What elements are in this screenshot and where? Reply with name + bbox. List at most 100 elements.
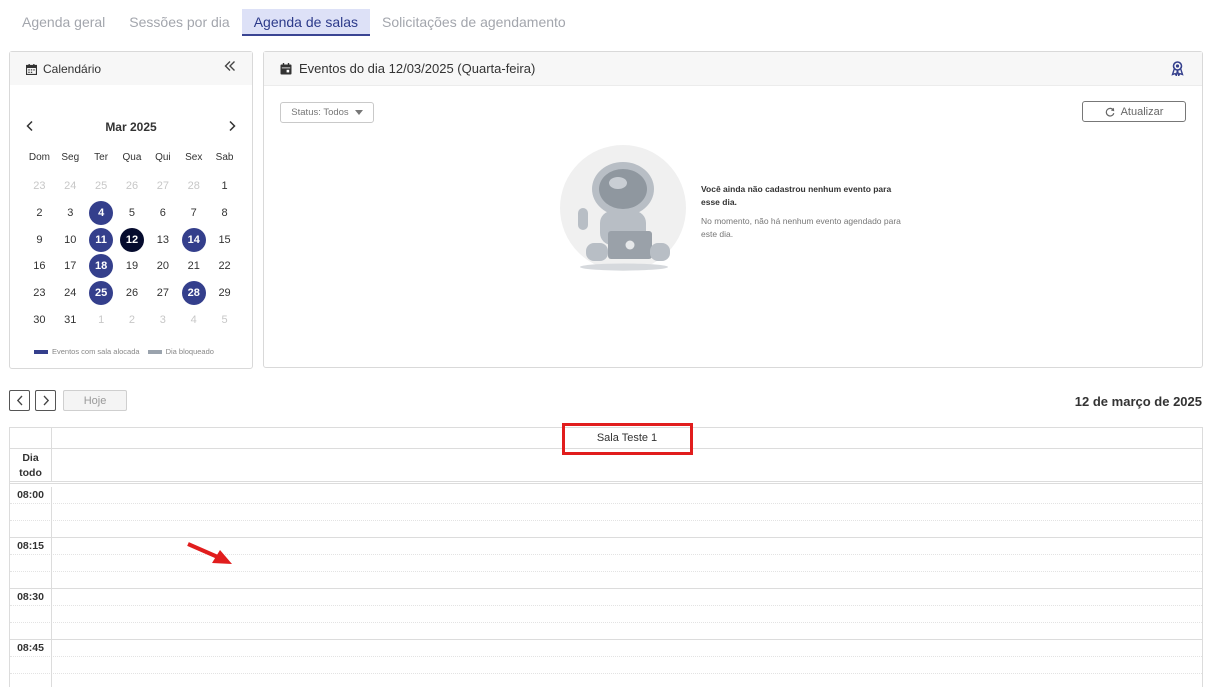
calendar-day[interactable]: 2 (117, 306, 148, 333)
calendar-day[interactable]: 30 (24, 306, 55, 333)
calendar-day[interactable]: 21 (178, 253, 209, 280)
red-arrow-annotation (186, 541, 234, 572)
calendar-day[interactable]: 20 (147, 253, 178, 280)
calendar-day[interactable]: 6 (147, 200, 178, 227)
time-slot[interactable] (10, 504, 1202, 521)
calendar-day[interactable]: 27 (147, 173, 178, 200)
next-month-button[interactable] (224, 118, 240, 136)
calendar-day-number: 26 (125, 180, 139, 193)
arrow-icon (187, 542, 232, 564)
calendar-day[interactable]: 22 (209, 253, 240, 280)
calendar-day[interactable]: 28 (178, 173, 209, 200)
calendar-day[interactable]: 23 (24, 280, 55, 307)
calendar-day-number: 24 (64, 180, 77, 193)
events-title-text: Eventos do dia 12/03/2025 (Quarta-feira) (299, 61, 536, 76)
calendar-day[interactable]: 29 (209, 280, 240, 307)
collapse-button[interactable] (224, 59, 236, 76)
calendar-legend: Eventos com sala alocada Dia bloqueado (34, 347, 214, 356)
calendar-day[interactable]: 12 (117, 226, 148, 253)
time-label: 08:30 (17, 591, 44, 603)
status-filter-dropdown[interactable]: Status: Todos (280, 102, 374, 123)
next-day-button[interactable] (35, 390, 56, 411)
calendar-day[interactable]: 15 (209, 226, 240, 253)
calendar-day[interactable]: 26 (117, 280, 148, 307)
calendar-day[interactable]: 27 (147, 280, 178, 307)
calendar-day-number: 5 (128, 207, 136, 220)
calendar-day[interactable]: 5 (209, 306, 240, 333)
calendar-day[interactable]: 25 (86, 280, 117, 307)
calendar-day-number: 10 (64, 233, 77, 246)
prev-day-button[interactable] (9, 390, 30, 411)
calendar-day[interactable]: 3 (55, 200, 86, 227)
calendar-day[interactable]: 3 (147, 306, 178, 333)
calendar-day[interactable]: 16 (24, 253, 55, 280)
calendar-title: Calendário (26, 62, 101, 76)
calendar-day[interactable]: 4 (178, 306, 209, 333)
calendar-day[interactable]: 31 (55, 306, 86, 333)
calendar-day[interactable]: 8 (209, 200, 240, 227)
calendar-day-number: 3 (159, 313, 166, 326)
tab-agenda-de-salas[interactable]: Agenda de salas (241, 9, 371, 36)
calendar-day[interactable]: 1 (86, 306, 117, 333)
time-slot[interactable] (10, 606, 1202, 623)
calendar-day[interactable]: 5 (117, 200, 148, 227)
calendar-day[interactable]: 17 (55, 253, 86, 280)
tab-sessoes-por-dia[interactable]: Sessões por dia (117, 9, 241, 36)
time-gutter-divider (51, 487, 52, 687)
calendar-day[interactable]: 1 (209, 173, 240, 200)
calendar-day[interactable]: 9 (24, 226, 55, 253)
calendar-day[interactable]: 13 (147, 226, 178, 253)
astronaut-icon (578, 162, 670, 271)
calendar-day-number: 17 (64, 260, 77, 273)
events-title: Eventos do dia 12/03/2025 (Quarta-feira) (280, 61, 535, 76)
time-slot[interactable] (10, 487, 1202, 504)
calendar-icon (26, 63, 37, 75)
calendar-day-number: 7 (190, 207, 197, 220)
refresh-button[interactable]: Atualizar (1082, 101, 1186, 122)
calendar-day[interactable]: 11 (86, 226, 117, 253)
time-slot[interactable] (10, 623, 1202, 640)
calendar-day-number: 28 (187, 180, 200, 193)
calendar-day-number: 16 (33, 260, 46, 273)
calendar-day-number: 14 (181, 227, 206, 252)
calendar-day-number: 2 (128, 313, 136, 326)
view-tabs: Agenda geral Sessões por dia Agenda de s… (10, 9, 578, 36)
calendar-day[interactable]: 10 (55, 226, 86, 253)
calendar-day-number: 5 (221, 313, 228, 326)
month-label: Mar 2025 (105, 120, 157, 134)
calendar-day[interactable]: 4 (86, 200, 117, 227)
calendar-day[interactable]: 18 (86, 253, 117, 280)
time-slot[interactable] (10, 674, 1202, 687)
calendar-day-number: 13 (156, 233, 169, 246)
calendar-day-number: 2 (36, 207, 43, 220)
calendar-day[interactable]: 25 (86, 173, 117, 200)
calendar-day[interactable]: 2 (24, 200, 55, 227)
award-icon (1171, 61, 1184, 78)
calendar-day[interactable]: 24 (55, 280, 86, 307)
time-slot[interactable] (10, 521, 1202, 538)
tab-agenda-geral[interactable]: Agenda geral (10, 9, 117, 36)
chevron-right-icon (43, 395, 49, 406)
calendar-day[interactable]: 28 (178, 280, 209, 307)
calendar-day[interactable]: 26 (117, 173, 148, 200)
calendar-day[interactable]: 24 (55, 173, 86, 200)
time-slot[interactable] (10, 640, 1202, 657)
calendar-day-number: 22 (218, 260, 231, 273)
calendar-day-number: 25 (95, 180, 108, 193)
time-slot[interactable] (10, 589, 1202, 606)
badge-icon-button[interactable] (1171, 61, 1184, 81)
time-slot[interactable] (10, 572, 1202, 589)
calendar-day[interactable]: 23 (24, 173, 55, 200)
weekday-header: Dom Seg Ter Qua Qui Sex Sab (24, 152, 240, 163)
calendar-day[interactable]: 14 (178, 226, 209, 253)
time-slot[interactable] (10, 657, 1202, 674)
calendar-day-number: 30 (33, 313, 46, 326)
tab-solicitacoes[interactable]: Solicitações de agendamento (370, 9, 578, 36)
today-button[interactable]: Hoje (63, 390, 127, 411)
calendar-day[interactable]: 7 (178, 200, 209, 227)
time-label: 08:00 (17, 489, 44, 501)
legend-label: Dia bloqueado (165, 347, 214, 356)
weekday-label: Qui (155, 152, 171, 163)
highlight-annotation-box (562, 423, 693, 455)
calendar-day[interactable]: 19 (117, 253, 148, 280)
